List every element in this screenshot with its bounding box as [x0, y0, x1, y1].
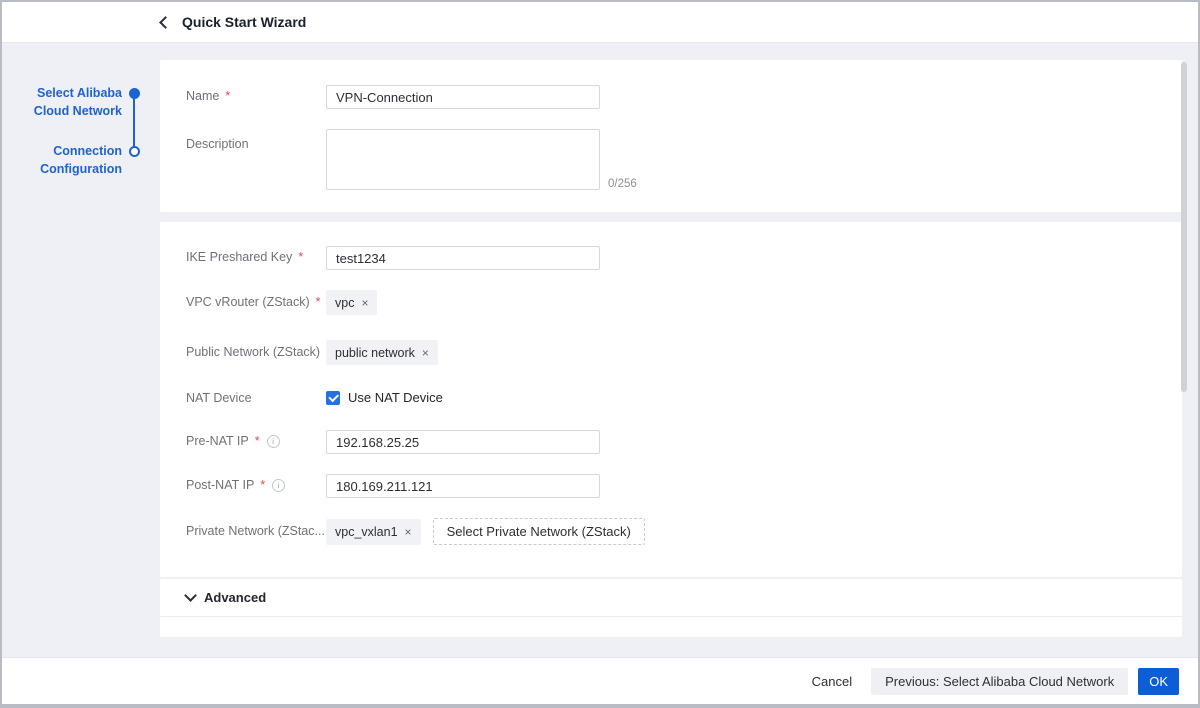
- private-network-row: Private Network (ZStac...* vpc_vxlan1 × …: [160, 518, 1182, 545]
- vpc-vrouter-row: VPC vRouter (ZStack) * vpc ×: [160, 290, 1182, 315]
- nat-device-label: NAT Device: [186, 391, 252, 405]
- remove-tag-icon[interactable]: ×: [405, 526, 412, 538]
- ok-button[interactable]: OK: [1138, 668, 1179, 695]
- chevron-left-icon: [159, 16, 172, 29]
- private-network-label: Private Network (ZStac...*: [186, 524, 336, 538]
- vpc-vrouter-label: VPC vRouter (ZStack) *: [186, 295, 321, 309]
- public-network-tag-text: public network: [335, 346, 415, 360]
- vpc-vrouter-tag[interactable]: vpc ×: [326, 290, 377, 315]
- private-network-controls: vpc_vxlan1 × Select Private Network (ZSt…: [326, 518, 645, 545]
- advanced-label: Advanced: [204, 590, 266, 605]
- wizard-header: Quick Start Wizard: [2, 2, 1198, 43]
- ike-preshared-key-input[interactable]: [326, 246, 600, 270]
- public-network-tag[interactable]: public network ×: [326, 340, 438, 365]
- step-current-dot-icon: [129, 146, 140, 157]
- ike-preshared-key-label: IKE Preshared Key *: [186, 250, 303, 264]
- nat-device-row: NAT Device Use NAT Device: [160, 390, 1182, 406]
- remove-tag-icon[interactable]: ×: [422, 347, 429, 359]
- vpc-vrouter-label-text: VPC vRouter (ZStack): [186, 295, 310, 309]
- required-asterisk: *: [255, 434, 260, 448]
- char-counter: 0/256: [608, 178, 637, 190]
- wizard-footer: Cancel Previous: Select Alibaba Cloud Ne…: [2, 657, 1198, 704]
- connection-config-card: IKE Preshared Key * VPC vRouter (ZStack) *…: [160, 222, 1182, 577]
- wizard-stepper: Select Alibaba Cloud Network Connection …: [2, 42, 158, 342]
- checkbox-checked-icon[interactable]: [326, 391, 340, 405]
- ike-label-text: IKE Preshared Key: [186, 250, 292, 264]
- required-asterisk: *: [316, 295, 321, 309]
- post-nat-ip-label-text: Post-NAT IP: [186, 478, 254, 492]
- private-network-tag[interactable]: vpc_vxlan1 ×: [326, 519, 421, 545]
- name-label-text: Name: [186, 89, 219, 103]
- post-nat-ip-label: Post-NAT IP * i: [186, 478, 285, 492]
- name-input[interactable]: [326, 85, 600, 109]
- description-textarea[interactable]: [326, 129, 600, 190]
- public-network-row: Public Network (ZStack)* public network …: [160, 340, 1182, 365]
- back-icon[interactable]: [158, 15, 172, 29]
- use-nat-device-checkbox-label[interactable]: Use NAT Device: [348, 390, 443, 405]
- page-title: Quick Start Wizard: [182, 14, 306, 30]
- ike-preshared-key-row: IKE Preshared Key *: [160, 246, 1182, 270]
- advanced-toggle[interactable]: Advanced: [160, 579, 1182, 617]
- pre-nat-ip-input[interactable]: [326, 430, 600, 454]
- step-select-alibaba-cloud-network[interactable]: Select Alibaba Cloud Network: [6, 84, 122, 120]
- scrollbar-thumb[interactable]: [1181, 62, 1187, 392]
- nat-device-label-text: NAT Device: [186, 391, 252, 405]
- description-row: Description: [160, 129, 1182, 190]
- advanced-section: Advanced: [160, 579, 1182, 637]
- use-nat-device-checkbox[interactable]: Use NAT Device: [326, 390, 443, 405]
- name-label: Name *: [186, 89, 230, 103]
- name-row: Name *: [160, 85, 1182, 109]
- header-title-area: Quick Start Wizard: [158, 2, 306, 42]
- private-network-tag-text: vpc_vxlan1: [335, 525, 398, 539]
- public-network-label: Public Network (ZStack)*: [186, 345, 331, 359]
- required-asterisk: *: [225, 89, 230, 103]
- previous-step-button[interactable]: Previous: Select Alibaba Cloud Network: [871, 668, 1128, 695]
- basic-info-card: Name * Description 0/256: [160, 60, 1182, 212]
- required-asterisk: *: [298, 250, 303, 264]
- private-network-label-text: Private Network (ZStac...: [186, 524, 325, 538]
- post-nat-ip-row: Post-NAT IP * i: [160, 474, 1182, 498]
- select-private-network-button[interactable]: Select Private Network (ZStack): [433, 518, 645, 545]
- public-network-label-text: Public Network (ZStack): [186, 345, 320, 359]
- cancel-button[interactable]: Cancel: [812, 674, 852, 689]
- description-label: Description: [186, 137, 249, 151]
- description-label-text: Description: [186, 137, 249, 151]
- stepper-connector-line: [133, 94, 135, 152]
- pre-nat-ip-label: Pre-NAT IP * i: [186, 434, 280, 448]
- step-connection-configuration[interactable]: Connection Configuration: [6, 142, 122, 178]
- vpc-vrouter-tag-text: vpc: [335, 296, 354, 310]
- info-icon[interactable]: i: [272, 479, 285, 492]
- post-nat-ip-input[interactable]: [326, 474, 600, 498]
- quick-start-wizard-window: Quick Start Wizard Select Alibaba Cloud …: [0, 0, 1200, 708]
- pre-nat-ip-row: Pre-NAT IP * i: [160, 430, 1182, 454]
- chevron-down-icon: [184, 589, 197, 602]
- pre-nat-ip-label-text: Pre-NAT IP: [186, 434, 249, 448]
- info-icon[interactable]: i: [267, 435, 280, 448]
- remove-tag-icon[interactable]: ×: [361, 297, 368, 309]
- required-asterisk: *: [260, 478, 265, 492]
